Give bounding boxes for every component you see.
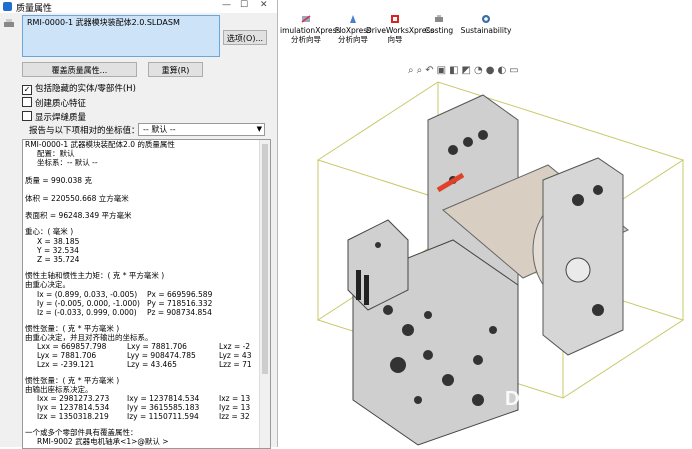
model-viewport[interactable] [278, 80, 692, 447]
chevron-down-icon[interactable]: ▼ [257, 124, 262, 135]
view-orientation-icon[interactable]: ◧ [449, 65, 461, 76]
costing-tool[interactable]: Costing [424, 14, 454, 35]
result-line: 坐标系：-- 默认 -- [37, 158, 98, 167]
create-com-checkbox[interactable]: 创建质心特征 [22, 97, 86, 109]
print-icon[interactable] [3, 18, 15, 30]
scene-icon[interactable]: ◐ [497, 65, 509, 76]
dialog-title: 质量属性 [16, 4, 53, 14]
result-line: Izx = 1350318.219 [37, 412, 109, 421]
volume-value: 体积 = 220550.668 立方毫米 [25, 194, 129, 203]
floxpress-icon [350, 15, 356, 23]
result-line: 由重心决定。 [25, 280, 70, 289]
zoom-fit-icon[interactable]: ⌕ [408, 65, 417, 76]
result-line: Lzx = -239.121 [37, 360, 95, 369]
dialog-titlebar: 质量属性 — ☐ ✕ [0, 0, 277, 14]
command-manager: imulationXpress 分析向导 FloXpress 分析向导 Driv… [278, 0, 692, 58]
checkbox-box[interactable] [22, 111, 32, 121]
result-line: Pz = 908734.854 [147, 308, 212, 317]
checkbox-box[interactable] [22, 97, 32, 107]
tool-sublabel: 分析向导 [338, 35, 368, 44]
center-of-mass-heading: 重心：( 毫米 ) [25, 227, 74, 236]
mass-value: 质量 = 990.038 克 [25, 176, 92, 185]
create-com-label: 创建质心特征 [35, 99, 87, 109]
weld-mass-label: 显示焊缝质量 [35, 113, 87, 123]
result-line: RMI-9002 武器电机轴承<1>@默认 > [37, 437, 169, 446]
weld-mass-checkbox[interactable]: 显示焊缝质量 [22, 111, 86, 123]
coordinate-label: 报告与以下项相对的坐标值： [29, 126, 140, 136]
watermark-logo: DF [505, 388, 532, 410]
checkbox-box[interactable]: ✓ [22, 85, 32, 95]
sustainability-tool[interactable]: Sustainability [460, 14, 512, 35]
right-end-plate [542, 157, 624, 356]
tool-label: Costing [424, 26, 454, 35]
coordinate-system-select[interactable]: -- 默认 -- ▼ [138, 123, 265, 136]
selected-components-list[interactable]: RMI-0000-1 武器模块装配体2.0.SLDASM [22, 15, 220, 57]
area-value: 表面积 = 96248.349 平方毫米 [25, 211, 132, 220]
hide-show-icon[interactable]: ◔ [474, 65, 486, 76]
recalculate-button[interactable]: 重算(R) [148, 62, 203, 77]
heads-up-view-toolbar[interactable]: ⌕⌕↶▣◧◩◔●◐▭ [408, 65, 522, 76]
zoom-area-icon[interactable]: ⌕ [417, 65, 426, 76]
results-text-area[interactable]: RMI-0000-1 武器模块装配体2.0 的质量属性 配置：默认 坐标系：--… [22, 139, 271, 449]
results-scrollbar[interactable] [259, 140, 270, 448]
com-z: Z = 35.724 [37, 255, 80, 264]
minimize-icon[interactable]: — [222, 0, 231, 10]
simulationxpress-tool[interactable]: imulationXpress 分析向导 [280, 14, 340, 44]
result-line: Lzy = 43.465 [127, 360, 177, 369]
override-mass-button[interactable]: 覆盖质量属性... [22, 62, 137, 77]
result-line: Lzz = 71 [219, 360, 252, 369]
coordinate-system-value: -- 默认 -- [143, 125, 176, 134]
options-button[interactable]: 选项(O)... [223, 30, 267, 45]
driveworks-tool[interactable]: DriveWorksXpress 向导 [366, 14, 434, 44]
appearance-icon[interactable]: ● [486, 65, 498, 76]
display-style-icon[interactable]: ◩ [462, 65, 474, 76]
close-icon[interactable]: ✕ [260, 0, 268, 10]
tool-sublabel: 分析向导 [291, 35, 321, 44]
maximize-icon[interactable]: ☐ [240, 0, 248, 10]
selected-component-item[interactable]: RMI-0000-1 武器模块装配体2.0.SLDASM [27, 17, 180, 28]
driveworks-icon [391, 15, 399, 23]
section-view-icon[interactable]: ▣ [437, 65, 449, 76]
result-line: Iz = (-0.033, 0.999, 0.000) [37, 308, 137, 317]
scrollbar-thumb[interactable] [262, 144, 268, 374]
tool-label: imulationXpress [280, 26, 341, 35]
tool-label: Sustainability [460, 26, 512, 35]
include-hidden-label: 包括隐藏的实体/零部件(H) [35, 84, 136, 94]
app-icon [3, 2, 12, 11]
previous-view-icon[interactable]: ↶ [425, 65, 436, 76]
simulation-icon [301, 15, 311, 23]
monitor-icon[interactable]: ▭ [509, 65, 521, 76]
costing-icon [435, 15, 443, 22]
result-line: Izy = 1150711.594 [127, 412, 199, 421]
include-hidden-checkbox[interactable]: ✓ 包括隐藏的实体/零部件(H) [22, 82, 136, 95]
mass-properties-dialog: 质量属性 — ☐ ✕ RMI-0000-1 武器模块装配体2.0.SLDASM … [0, 0, 278, 449]
graphics-area[interactable]: imulationXpress 分析向导 FloXpress 分析向导 Driv… [278, 0, 692, 447]
result-line: Izz = 32 [219, 412, 250, 421]
tool-sublabel: 向导 [387, 35, 403, 44]
sustainability-icon [482, 15, 490, 23]
